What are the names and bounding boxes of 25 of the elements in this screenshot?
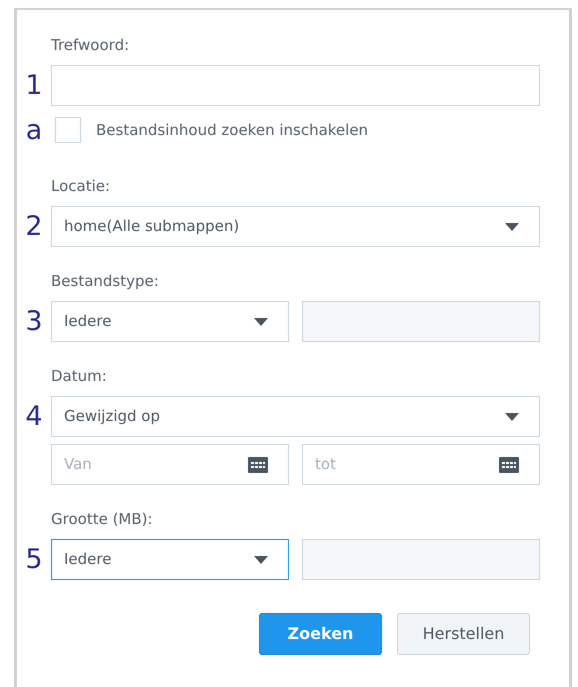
dropdown-field[interactable]: Gewijzigd op bbox=[51, 396, 540, 437]
field-label: Locatie: bbox=[51, 176, 112, 196]
step-marker: 3 bbox=[25, 308, 43, 335]
dropdown-caret-icon bbox=[254, 318, 268, 326]
field-label: Trefwoord: bbox=[51, 35, 130, 55]
step-marker: 4 bbox=[25, 403, 43, 430]
field-label: Bestandstype: bbox=[51, 271, 160, 291]
step-marker: 5 bbox=[25, 546, 43, 573]
calendar-icon bbox=[499, 456, 519, 472]
dropdown-field[interactable]: home(Alle submappen) bbox=[51, 206, 540, 247]
checkbox-label: Bestandsinhoud zoeken inschakelen bbox=[96, 120, 368, 141]
checkbox[interactable] bbox=[55, 117, 81, 143]
calendar-icon bbox=[248, 456, 268, 472]
step-marker: 2 bbox=[25, 213, 43, 240]
dropdown-field[interactable]: Iedere bbox=[51, 301, 289, 342]
dropdown-caret-icon bbox=[505, 412, 519, 420]
dropdown-caret-icon bbox=[254, 556, 268, 564]
step-marker: a bbox=[26, 116, 42, 144]
step-marker: 1 bbox=[25, 72, 43, 99]
dropdown-field[interactable]: Iedere bbox=[51, 539, 289, 580]
dropdown-caret-icon bbox=[505, 222, 519, 230]
field-label: Datum: bbox=[51, 366, 108, 386]
keyword-input-field[interactable] bbox=[51, 65, 540, 106]
reset-button[interactable]: Herstellen bbox=[397, 613, 530, 655]
field-label: Grootte (MB): bbox=[51, 509, 154, 529]
